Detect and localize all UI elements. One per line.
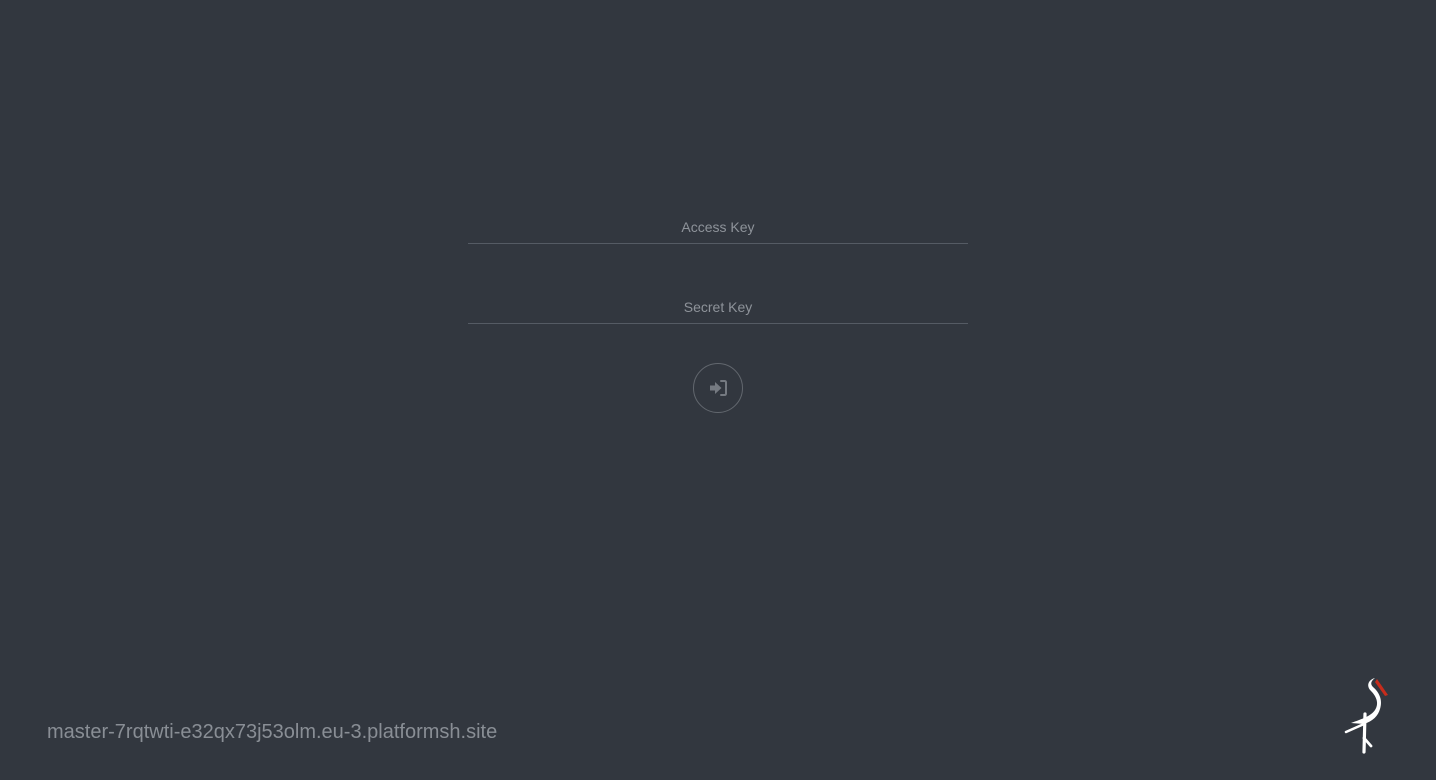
sign-in-icon: [708, 378, 728, 398]
access-key-input[interactable]: [468, 200, 968, 243]
login-page: master-7rqtwti-e32qx73j53olm.eu-3.platfo…: [0, 0, 1436, 780]
host-label: master-7rqtwti-e32qx73j53olm.eu-3.platfo…: [47, 721, 498, 743]
secret-key-field: [468, 280, 968, 324]
stork-logo-icon: [1344, 676, 1390, 754]
login-button[interactable]: [693, 363, 743, 413]
secret-key-input[interactable]: [468, 280, 968, 323]
login-form: [468, 200, 968, 413]
access-key-field: [468, 200, 968, 244]
